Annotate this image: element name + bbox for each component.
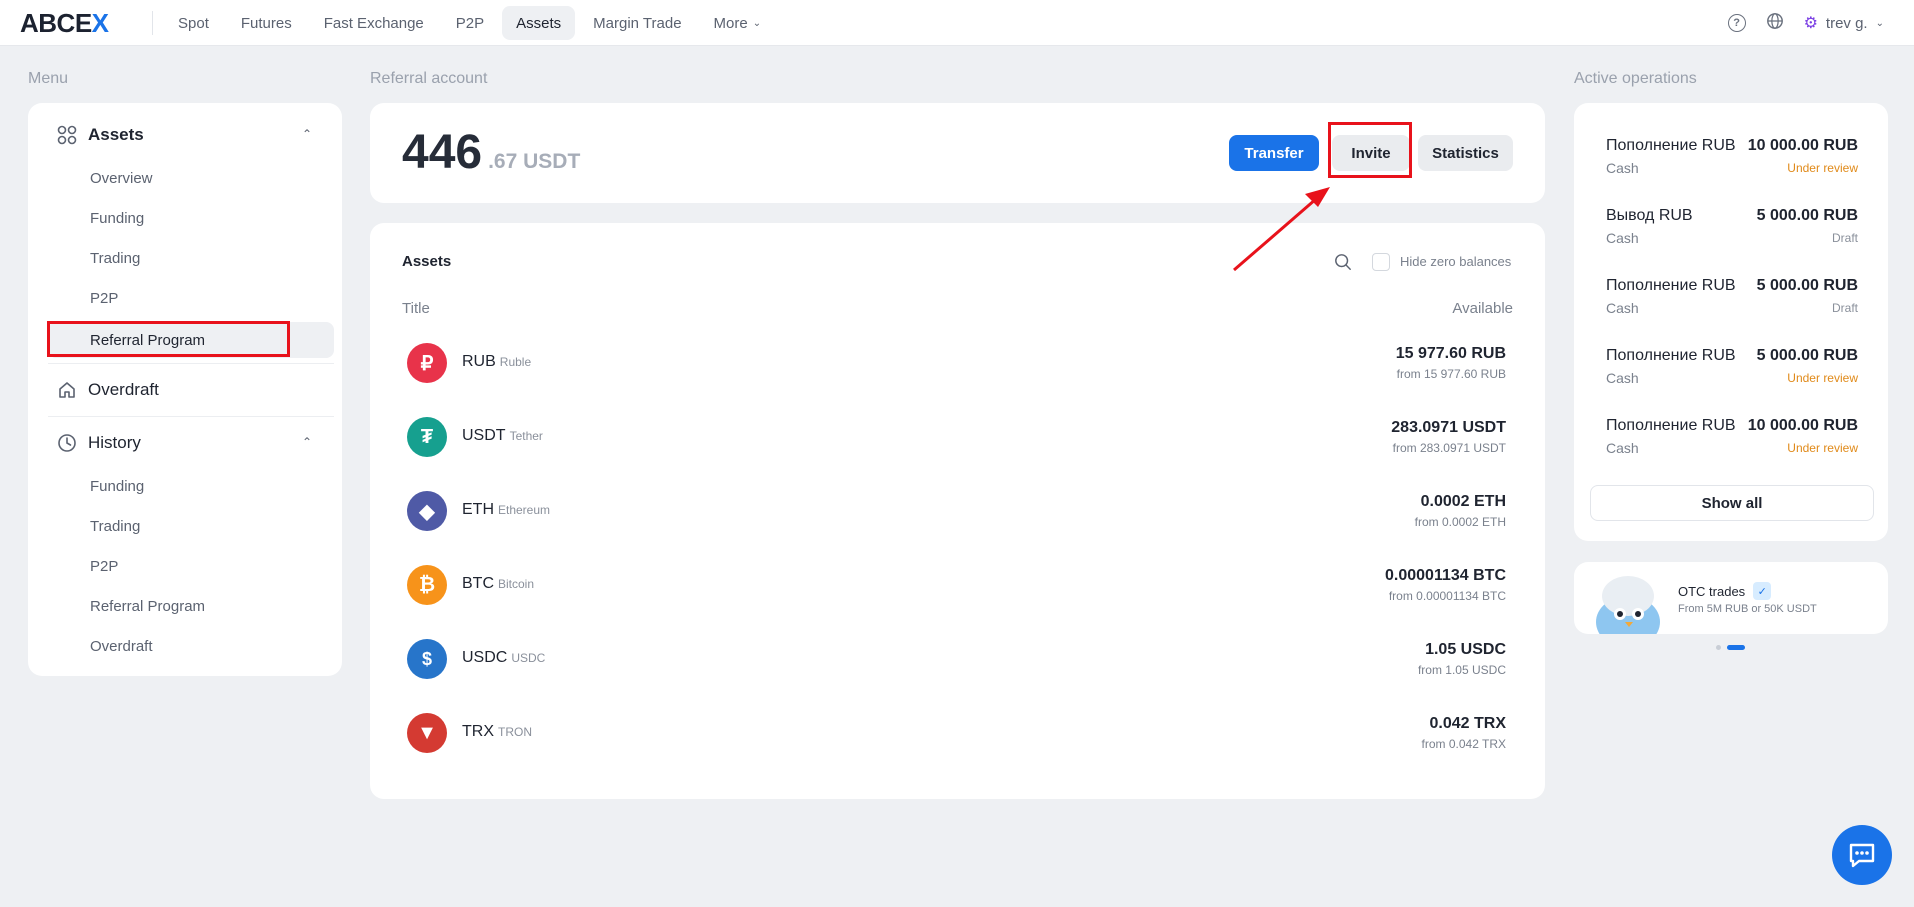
search-icon[interactable] xyxy=(1334,253,1352,271)
table-row[interactable]: ◆ ETH Ethereum 0.0002 ETH from 0.0002 ETH xyxy=(402,481,1512,541)
table-row[interactable]: ₮ USDT Tether 283.0971 USDT from 283.0971… xyxy=(402,407,1512,467)
sidebar-item-funding[interactable]: Funding xyxy=(90,210,144,227)
bitcoin-icon: ₿ xyxy=(407,565,447,605)
carousel-dot-active[interactable] xyxy=(1727,645,1745,650)
list-item[interactable]: Пополнение RUB 10 000.00 RUB Cash Under … xyxy=(1606,137,1858,191)
logo[interactable]: ABCE X xyxy=(20,8,109,39)
nav-margin-trade[interactable]: Margin Trade xyxy=(579,6,695,40)
usdc-icon: $ xyxy=(407,639,447,679)
column-available: Available xyxy=(1452,300,1513,317)
sidebar-item-history-trading[interactable]: Trading xyxy=(90,518,140,535)
help-icon[interactable]: ? xyxy=(1727,14,1746,32)
menu-group-history[interactable]: History xyxy=(56,432,141,454)
menu-divider xyxy=(48,416,334,417)
globe-icon[interactable] xyxy=(1766,12,1784,35)
assets-card: Assets Hide zero balances Title Availabl… xyxy=(370,223,1545,799)
hide-zero-label[interactable]: Hide zero balances xyxy=(1400,254,1511,269)
sidebar-item-history-overdraft[interactable]: Overdraft xyxy=(90,638,153,655)
sidebar-item-history-referral-program[interactable]: Referral Program xyxy=(90,598,205,615)
main-nav: Spot Futures Fast Exchange P2P Assets Ma… xyxy=(164,6,775,40)
highlight-box-referral xyxy=(47,321,290,357)
table-row[interactable]: ₽ RUB Ruble 15 977.60 RUB from 15 977.60 … xyxy=(402,333,1512,393)
menu-divider xyxy=(48,363,334,364)
user-menu[interactable]: ⚙ trev g. ⌄ xyxy=(1804,13,1884,33)
home-icon xyxy=(56,379,78,401)
clock-icon xyxy=(56,432,78,454)
active-operations-card: Пополнение RUB 10 000.00 RUB Cash Under … xyxy=(1574,103,1888,541)
chevron-up-icon[interactable]: ⌃ xyxy=(302,127,312,141)
chevron-down-icon: ⌄ xyxy=(1875,17,1884,29)
table-row[interactable]: ₿ BTC Bitcoin 0.00001134 BTC from 0.00001… xyxy=(402,555,1512,615)
ethereum-icon: ◆ xyxy=(407,491,447,531)
chat-button[interactable] xyxy=(1832,825,1892,885)
highlight-box-invite xyxy=(1328,122,1412,178)
status-badge: Under review xyxy=(1787,161,1858,175)
list-item[interactable]: Пополнение RUB 10 000.00 RUB Cash Under … xyxy=(1606,417,1858,471)
nav-spot[interactable]: Spot xyxy=(164,6,223,40)
chevron-up-icon[interactable]: ⌃ xyxy=(302,435,312,449)
menu-label: Menu xyxy=(28,70,69,87)
top-right-controls: ? ⚙ trev g. ⌄ xyxy=(1727,0,1884,46)
carousel-dots xyxy=(1716,645,1745,650)
ruble-icon: ₽ xyxy=(407,343,447,383)
mascot-icon xyxy=(1590,570,1666,634)
grid-icon xyxy=(56,124,78,146)
referral-account-label: Referral account xyxy=(370,70,488,87)
assets-heading: Assets xyxy=(402,253,452,270)
nav-more[interactable]: More ⌄ xyxy=(700,6,776,40)
statistics-button[interactable]: Statistics xyxy=(1418,135,1513,171)
column-title: Title xyxy=(402,300,430,317)
nav-p2p[interactable]: P2P xyxy=(442,6,498,40)
list-item[interactable]: Вывод RUB 5 000.00 RUB Cash Draft xyxy=(1606,207,1858,261)
top-navigation: ABCE X Spot Futures Fast Exchange P2P Ass… xyxy=(0,0,1914,46)
nav-fast-exchange[interactable]: Fast Exchange xyxy=(310,6,438,40)
status-badge: Draft xyxy=(1831,301,1858,315)
menu-group-overdraft[interactable]: Overdraft xyxy=(56,379,159,401)
chevron-down-icon: ⌄ xyxy=(752,17,762,29)
show-all-button[interactable]: Show all xyxy=(1590,485,1874,521)
list-item[interactable]: Пополнение RUB 5 000.00 RUB Cash Draft xyxy=(1606,277,1858,331)
transfer-button[interactable]: Transfer xyxy=(1229,135,1319,171)
tron-icon: ▼ xyxy=(407,713,447,753)
table-row[interactable]: ▼ TRX TRON 0.042 TRX from 0.042 TRX xyxy=(402,703,1512,763)
sidebar-item-history-p2p[interactable]: P2P xyxy=(90,558,118,575)
sidebar-item-overview[interactable]: Overview xyxy=(90,170,153,187)
sidebar-item-history-funding[interactable]: Funding xyxy=(90,478,144,495)
active-operations-label: Active operations xyxy=(1574,70,1697,87)
menu-group-assets[interactable]: Assets xyxy=(56,124,144,146)
shield-check-icon: ✓ xyxy=(1753,582,1772,600)
logo-divider xyxy=(152,11,153,35)
sidebar-item-trading[interactable]: Trading xyxy=(90,250,140,267)
hide-zero-checkbox[interactable] xyxy=(1372,253,1390,271)
referral-balance: 446 .67 USDT xyxy=(402,126,581,179)
tether-icon: ₮ xyxy=(407,417,447,457)
otc-banner[interactable]: OTC trades ✓ From 5M RUB or 50K USDT xyxy=(1574,562,1888,634)
user-avatar-icon: ⚙ xyxy=(1803,15,1818,32)
status-badge: Under review xyxy=(1787,441,1858,455)
nav-futures[interactable]: Futures xyxy=(227,6,306,40)
sidebar-menu: Assets ⌃ Overview Funding Trading P2P Re… xyxy=(28,103,342,676)
carousel-dot[interactable] xyxy=(1716,645,1721,650)
table-row[interactable]: $ USDC USDC 1.05 USDC from 1.05 USDC xyxy=(402,629,1512,689)
list-item[interactable]: Пополнение RUB 5 000.00 RUB Cash Under r… xyxy=(1606,347,1858,401)
status-badge: Under review xyxy=(1787,371,1858,385)
chat-icon xyxy=(1849,843,1875,868)
sidebar-item-p2p[interactable]: P2P xyxy=(90,290,118,307)
nav-assets[interactable]: Assets xyxy=(502,6,576,40)
status-badge: Draft xyxy=(1831,231,1858,245)
